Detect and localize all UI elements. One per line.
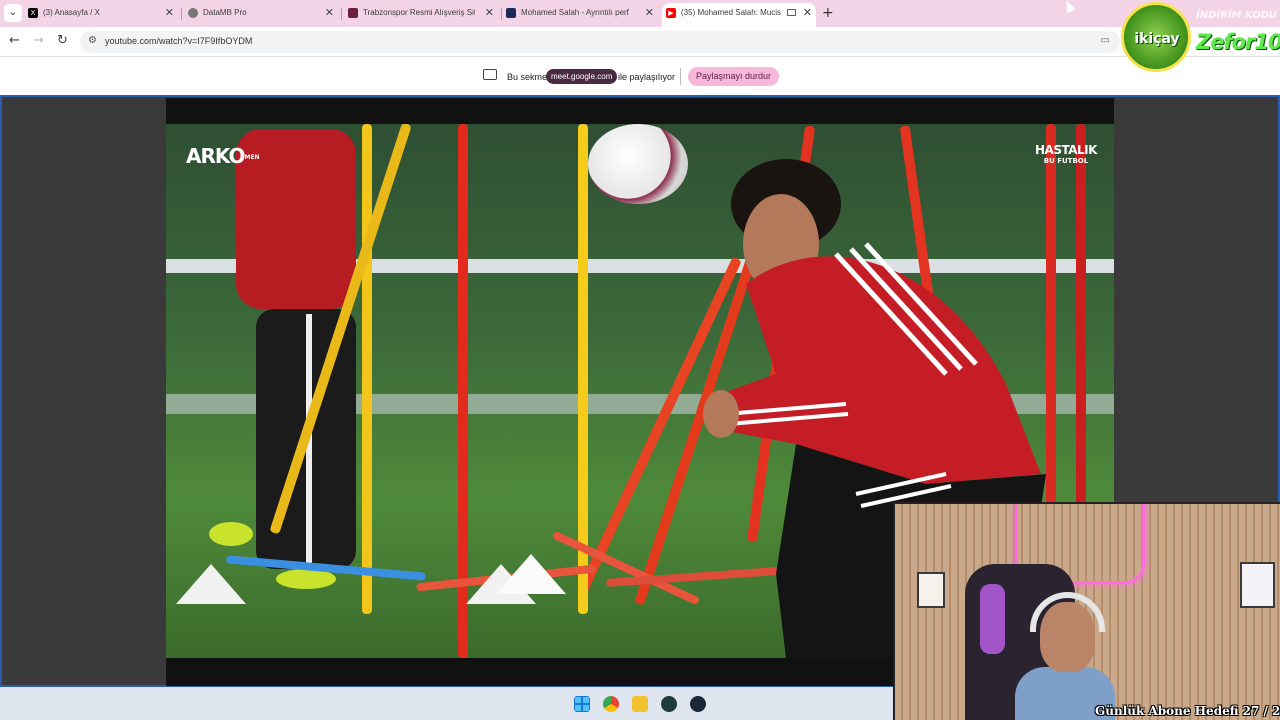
- promo-code: Zefor10: [1196, 30, 1280, 54]
- background-player: [209, 129, 356, 589]
- tab-search-button[interactable]: ⌄: [4, 4, 22, 22]
- sponsor-logo: ikiçay: [1121, 2, 1191, 72]
- headphones-icon: [1030, 592, 1105, 632]
- address-bar: ← → ↻ ⚙ youtube.com/watch?v=I7F9IfbOYDM …: [0, 27, 1280, 57]
- tab-salah-stats[interactable]: Mohamed Salah - Ayrıntılı perf ✕: [506, 3, 658, 27]
- wall-frame-left: [917, 572, 945, 608]
- tab-separator: [341, 8, 342, 20]
- tab-datamb[interactable]: DataMB Pro ✕: [188, 3, 338, 27]
- close-icon[interactable]: ✕: [485, 3, 494, 23]
- overlay-title-text: HASTALIK: [1035, 143, 1097, 157]
- share-suffix: ile paylaşılıyor: [618, 72, 676, 82]
- back-icon[interactable]: ←: [9, 33, 20, 48]
- tab-trabzonspor[interactable]: Trabzonspor Resmi Alışveriş Sit ✕: [348, 3, 498, 27]
- reload-icon[interactable]: ↻: [57, 33, 68, 48]
- football: [588, 124, 688, 204]
- youtube-icon: ▶: [666, 8, 676, 18]
- channel-logo-text: ARKO: [186, 144, 245, 168]
- tab-title: (35) Mohamed Salah: Mucis: [681, 8, 781, 17]
- chair-accent: [980, 584, 1005, 654]
- site-info-icon[interactable]: ⚙: [88, 35, 97, 46]
- training-cone: [176, 564, 246, 604]
- screen-share-bar: Bu sekme meet.google.com ile paylaşılıyo…: [0, 57, 1280, 95]
- url-text[interactable]: youtube.com/watch?v=I7F9IfbOYDM: [105, 36, 252, 46]
- mouse-cursor-icon: [1061, 0, 1077, 14]
- app-icon[interactable]: [661, 696, 677, 712]
- omnibox[interactable]: ⚙ youtube.com/watch?v=I7F9IfbOYDM ▭: [80, 31, 1120, 53]
- new-tab-button[interactable]: +: [822, 5, 834, 21]
- tab-title: (3) Anasayfa / X: [43, 8, 100, 17]
- yellow-pole: [578, 124, 588, 614]
- tab-sharing-icon: [787, 9, 796, 16]
- channel-logo: ARKOMEN: [186, 144, 260, 168]
- windows-start-icon[interactable]: [574, 696, 590, 712]
- tab-youtube[interactable]: ▶ (35) Mohamed Salah: Mucis ✕: [662, 3, 816, 27]
- tab-title: DataMB Pro: [203, 8, 247, 17]
- close-icon[interactable]: ✕: [325, 3, 334, 23]
- stop-sharing-button[interactable]: Paylaşmayı durdur: [688, 67, 780, 86]
- close-icon[interactable]: ✕: [803, 3, 812, 23]
- tab-separator: [501, 8, 502, 20]
- forward-icon[interactable]: →: [33, 33, 44, 48]
- globe-icon: [188, 8, 198, 18]
- subscriber-goal-caption: Günlük Abone Hedefi 27 / 20: [1095, 704, 1280, 718]
- wall-frame-jersey: [1240, 562, 1275, 608]
- tab-title: Trabzonspor Resmi Alışveriş Sit: [363, 8, 475, 17]
- tab-bar: ⌄ X (3) Anasayfa / X ✕ DataMB Pro ✕ Trabz…: [0, 0, 1280, 27]
- close-icon[interactable]: ✕: [645, 3, 654, 23]
- sponsor-logo-text: ikiçay: [1134, 31, 1180, 47]
- file-explorer-icon[interactable]: [632, 696, 648, 712]
- webcam-overlay: Günlük Abone Hedefi 27 / 20: [893, 502, 1280, 720]
- screen-share-icon: [483, 69, 497, 80]
- video-overlay-title: HASTALIK BU FUTBOL: [1035, 143, 1097, 167]
- channel-logo-sub: MEN: [244, 154, 260, 161]
- meet-chip: meet.google.com: [546, 69, 618, 84]
- cast-icon[interactable]: ▭: [1101, 35, 1110, 46]
- close-icon[interactable]: ✕: [165, 3, 174, 23]
- steam-icon[interactable]: [690, 696, 706, 712]
- streamer: [1015, 592, 1115, 720]
- datamb-icon: [506, 8, 516, 18]
- trabzonspor-icon: [348, 8, 358, 18]
- promo-title: İNDİRİM KODU: [1196, 10, 1277, 21]
- chrome-icon[interactable]: [603, 696, 619, 712]
- x-icon: X: [28, 8, 38, 18]
- share-prefix: Bu sekme: [507, 72, 548, 82]
- yellow-pole: [362, 124, 372, 614]
- tab-title: Mohamed Salah - Ayrıntılı perf: [521, 8, 629, 17]
- divider: [680, 68, 681, 85]
- tab-separator: [181, 8, 182, 20]
- training-cone: [496, 554, 566, 594]
- tab-x[interactable]: X (3) Anasayfa / X ✕: [28, 3, 178, 27]
- overlay-subtitle-text: BU FUTBOL: [1043, 157, 1089, 165]
